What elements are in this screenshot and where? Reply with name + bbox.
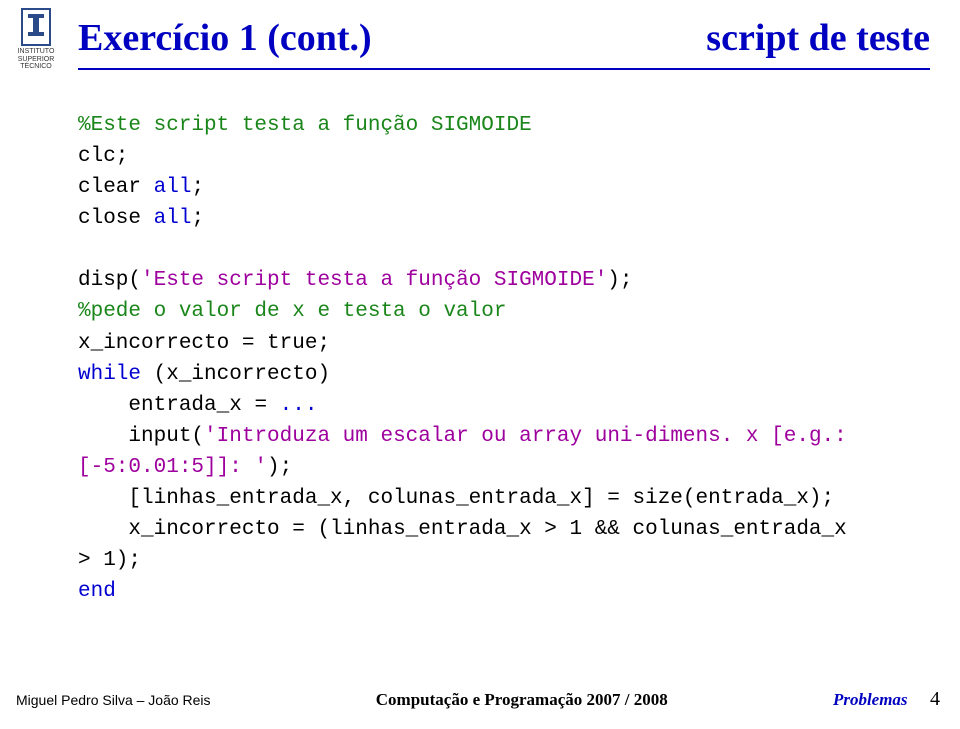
institute-logo: INSTITUTO SUPERIOR TÉCNICO — [14, 8, 58, 71]
title-underline — [78, 68, 930, 70]
code-keyword: end — [78, 580, 116, 603]
code-keyword: all — [154, 176, 192, 199]
footer-right-group: Problemas 4 — [833, 688, 940, 711]
code-line: [linhas_entrada_x, colunas_entrada_x] = … — [78, 487, 834, 510]
footer-section: Problemas — [833, 690, 908, 709]
code-text: ); — [267, 456, 292, 479]
logo-caption: INSTITUTO SUPERIOR TÉCNICO — [18, 48, 55, 70]
code-text: ; — [191, 207, 204, 230]
code-text: disp( — [78, 269, 141, 292]
code-line: entrada_x = — [78, 394, 280, 417]
code-block: %Este script testa a função SIGMOIDE clc… — [78, 110, 860, 607]
code-keyword: all — [154, 207, 192, 230]
footer-authors: Miguel Pedro Silva – João Reis — [16, 692, 211, 708]
code-keyword: while — [78, 363, 141, 386]
code-keyword: ... — [280, 394, 318, 417]
code-line: x_incorrecto = true; — [78, 332, 330, 355]
page-title-right: script de teste — [706, 16, 930, 60]
page-number: 4 — [930, 688, 940, 710]
footer: Miguel Pedro Silva – João Reis Computaçã… — [16, 688, 940, 711]
code-text: input( — [78, 425, 204, 448]
code-line: clear — [78, 176, 154, 199]
code-string: 'Este script testa a função SIGMOIDE' — [141, 269, 607, 292]
title-row: Exercício 1 (cont.) script de teste — [78, 16, 930, 60]
code-text: ); — [607, 269, 632, 292]
logo-icon — [21, 8, 51, 46]
code-comment: %pede o valor de x e testa o valor — [78, 300, 506, 323]
code-line: x_incorrecto = (linhas_entrada_x > 1 && … — [78, 518, 859, 572]
code-line: clc; — [78, 145, 128, 168]
footer-course: Computação e Programação 2007 / 2008 — [376, 690, 668, 710]
code-text: ; — [191, 176, 204, 199]
code-comment: %Este script testa a função SIGMOIDE — [78, 114, 532, 137]
page-title-left: Exercício 1 (cont.) — [78, 16, 372, 60]
code-text: (x_incorrecto) — [141, 363, 330, 386]
code-line: close — [78, 207, 154, 230]
